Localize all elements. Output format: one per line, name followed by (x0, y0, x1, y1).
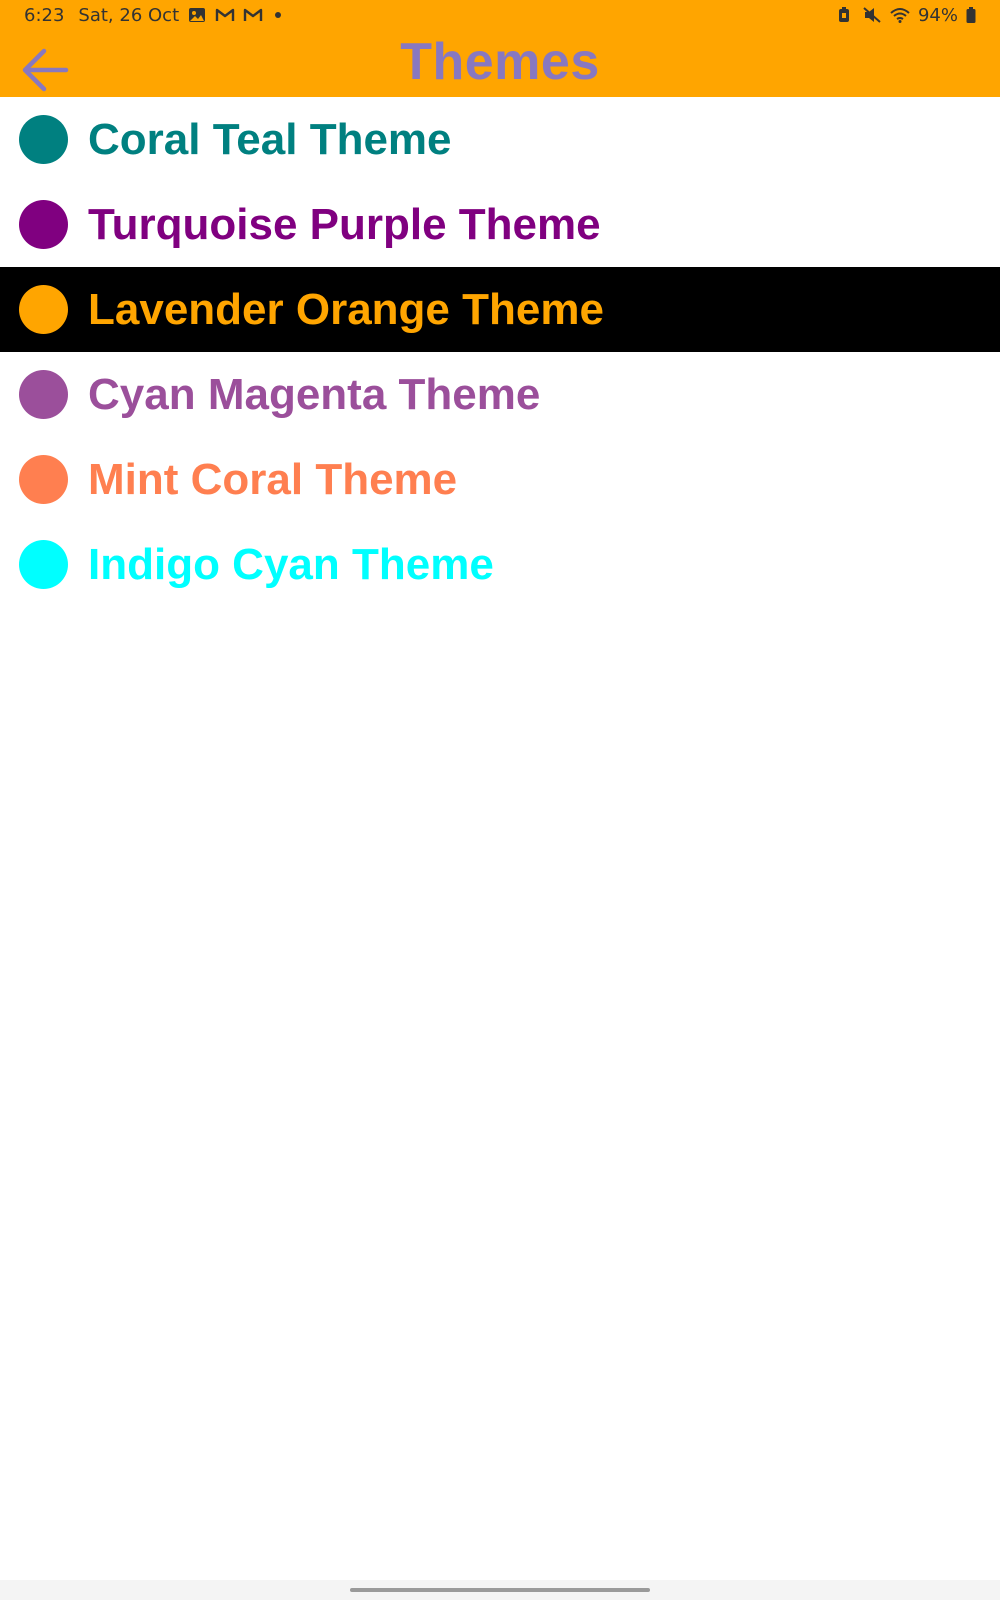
theme-label: Indigo Cyan Theme (88, 539, 494, 589)
theme-item-cyan-magenta[interactable]: Cyan Magenta Theme (0, 352, 1000, 437)
theme-label: Lavender Orange Theme (88, 284, 604, 334)
battery-saver-icon (834, 6, 854, 24)
theme-color-swatch (19, 200, 68, 249)
theme-color-swatch (19, 455, 68, 504)
battery-percentage: 94% (917, 4, 958, 26)
theme-item-indigo-cyan[interactable]: Indigo Cyan Theme (0, 522, 1000, 607)
screen: 6:23 Sat, 26 Oct 94% Themes Coral Teal T… (0, 0, 1000, 1600)
theme-color-swatch (19, 115, 68, 164)
status-time: 6:23 (24, 4, 65, 26)
theme-label: Coral Teal Theme (88, 114, 452, 164)
theme-label: Mint Coral Theme (88, 454, 458, 504)
theme-color-swatch (19, 370, 68, 419)
theme-item-mint-coral[interactable]: Mint Coral Theme (0, 437, 1000, 522)
theme-label: Cyan Magenta Theme (88, 369, 541, 419)
status-left: 6:23 Sat, 26 Oct (24, 4, 282, 26)
theme-color-swatch (19, 285, 68, 334)
gmail-icon (215, 6, 235, 24)
status-right: 94% (834, 5, 976, 26)
status-bar: 6:23 Sat, 26 Oct 94% (0, 0, 1000, 30)
battery-icon (966, 6, 976, 24)
theme-color-swatch (19, 540, 68, 589)
theme-label: Turquoise Purple Theme (88, 199, 601, 249)
app-bar: Themes (0, 30, 1000, 97)
theme-list: Coral Teal Theme Turquoise Purple Theme … (0, 97, 1000, 607)
theme-item-turquoise-purple[interactable]: Turquoise Purple Theme (0, 182, 1000, 267)
gallery-icon (187, 6, 207, 24)
page-title: Themes (400, 33, 600, 91)
gmail-icon (243, 6, 263, 24)
home-gesture-handle[interactable] (350, 1588, 650, 1592)
wifi-icon (890, 6, 910, 24)
status-date: Sat, 26 Oct (78, 4, 180, 26)
notification-dot (275, 12, 282, 18)
theme-item-coral-teal[interactable]: Coral Teal Theme (0, 97, 1000, 182)
theme-item-lavender-orange[interactable]: Lavender Orange Theme (0, 267, 1000, 352)
gesture-navigation-area (0, 1580, 1000, 1600)
mute-icon (862, 6, 882, 24)
